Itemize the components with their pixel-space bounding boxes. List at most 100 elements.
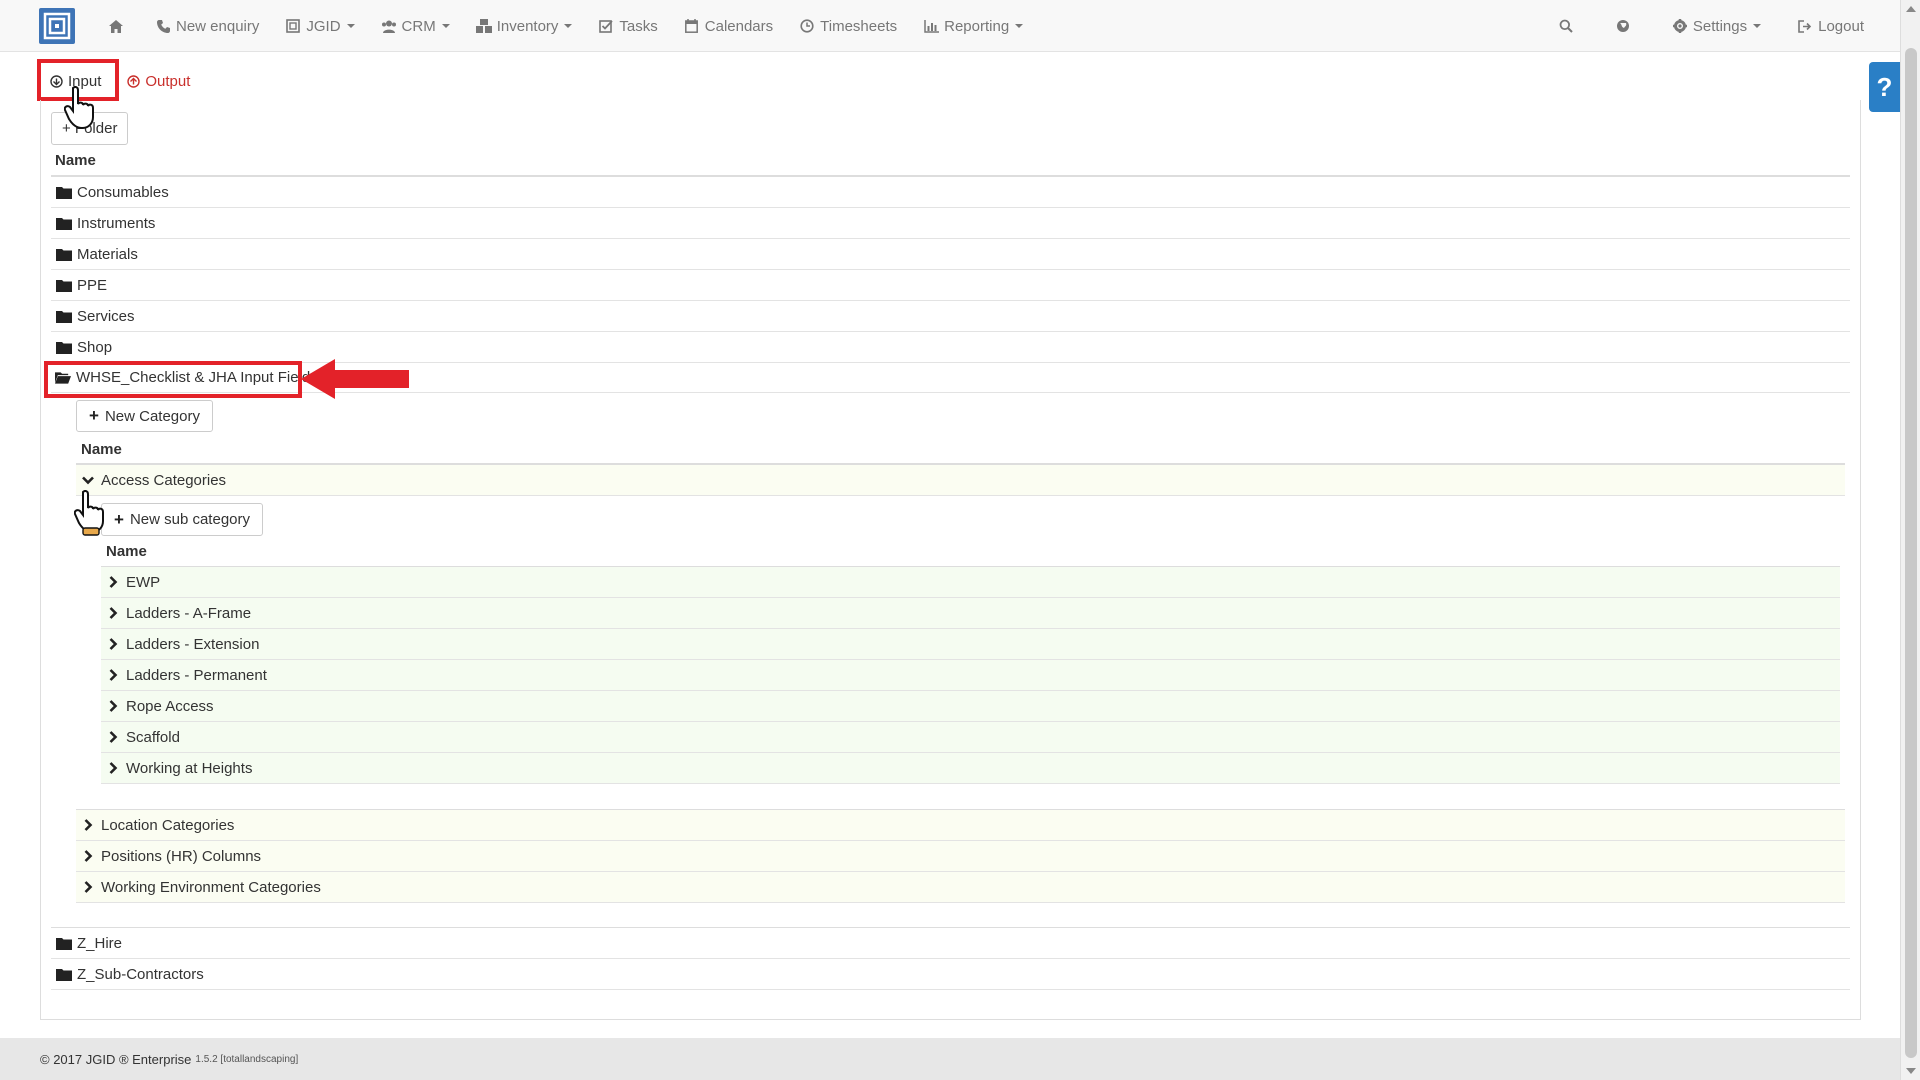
subcategory-row[interactable]: Ladders - A-Frame: [101, 598, 1840, 629]
footer: © 2017 JGID ® Enterprise 1.5.2 [totallan…: [0, 1038, 1900, 1080]
nav-logout[interactable]: Logout: [1779, 0, 1882, 52]
chevron-right-icon: [106, 730, 120, 744]
chevron-right-icon: [81, 880, 95, 894]
help-button[interactable]: ?: [1869, 62, 1900, 112]
subcategory-label: EWP: [126, 573, 161, 591]
folder-row[interactable]: PPE: [51, 270, 1850, 301]
tab-output[interactable]: Output: [117, 62, 200, 100]
subcategory-label: Ladders - Permanent: [126, 666, 267, 684]
folder-row[interactable]: Z_Sub-Contractors: [51, 959, 1850, 990]
category-row[interactable]: Positions (HR) Columns: [76, 841, 1845, 872]
folder-icon: [56, 309, 72, 323]
folder-icon: [56, 247, 72, 261]
chevron-right-icon: [106, 699, 120, 713]
phone-icon: [155, 18, 171, 34]
nav-jgid[interactable]: JGID: [272, 0, 367, 52]
new-category-button[interactable]: + New Category: [76, 400, 213, 432]
chevron-right-icon: [106, 668, 120, 682]
categories-name-header: Name: [81, 441, 122, 458]
category-label: Location Categories: [101, 816, 235, 834]
category-row-access[interactable]: Access Categories: [76, 465, 1845, 496]
chevron-right-icon: [106, 575, 120, 589]
nav-inventory[interactable]: Inventory: [463, 0, 586, 52]
brand-logo[interactable]: [39, 8, 75, 44]
hand-cursor-icon: [64, 86, 94, 130]
new-category-label: New Category: [104, 407, 200, 425]
subcategory-row[interactable]: Scaffold: [101, 722, 1840, 753]
folder-label: Shop: [77, 338, 113, 356]
open-folder-label: WHSE_Checklist & JHA Input Fields: [76, 368, 318, 386]
subcategory-label: Scaffold: [126, 728, 180, 746]
folder-label: Instruments: [77, 214, 156, 232]
folder-open-icon: [55, 370, 71, 384]
nav-reporting-label: Reporting: [944, 17, 1010, 35]
folder-row[interactable]: Instruments: [51, 208, 1850, 239]
sign-out-icon: [1797, 18, 1813, 34]
folder-icon: [56, 185, 72, 199]
subcategory-row[interactable]: Ladders - Extension: [101, 629, 1840, 660]
bar-chart-icon: [923, 18, 939, 34]
caret-down-icon: [564, 24, 573, 28]
footer-version: 1.5.2 [totallandscaping]: [195, 1053, 299, 1065]
subcategory-row[interactable]: Working at Heights: [101, 753, 1840, 784]
subcategory-row[interactable]: EWP: [101, 567, 1840, 598]
subcategory-label: Ladders - A-Frame: [126, 604, 252, 622]
nav-home[interactable]: [95, 0, 142, 52]
gear-icon: [1672, 18, 1688, 34]
nav-timesheets-label: Timesheets: [820, 17, 898, 35]
subcategory-label: Working at Heights: [126, 759, 253, 777]
category-row[interactable]: Location Categories: [76, 810, 1845, 841]
chevron-right-icon: [106, 606, 120, 620]
nav-crm[interactable]: CRM: [368, 0, 463, 52]
subcategory-row[interactable]: Rope Access: [101, 691, 1840, 722]
home-icon: [108, 18, 124, 34]
nav-new-enquiry[interactable]: New enquiry: [142, 0, 272, 52]
folder-icon: [56, 216, 72, 230]
nav-timesheets[interactable]: Timesheets: [786, 0, 910, 52]
folder-row[interactable]: Consumables: [51, 177, 1850, 208]
nav-globe[interactable]: [1597, 0, 1654, 52]
nav-settings-label: Settings: [1692, 17, 1748, 35]
subcategories-name-header: Name: [106, 543, 147, 560]
category-row[interactable]: Working Environment Categories: [76, 872, 1845, 903]
folder-label: Z_Hire: [77, 934, 123, 952]
globe-icon: [1615, 18, 1631, 34]
top-navbar: New enquiry JGID CRM Inventory Tasks Cal…: [0, 0, 1900, 52]
plus-icon: +: [89, 406, 99, 425]
app-frame: New enquiry JGID CRM Inventory Tasks Cal…: [0, 0, 1900, 1080]
vertical-scrollbar[interactable]: [1900, 0, 1920, 1080]
cubes-icon: [475, 18, 492, 34]
folder-icon: [56, 967, 72, 981]
red-arrow-icon: [301, 359, 409, 399]
nav-tasks[interactable]: Tasks: [585, 0, 670, 52]
folder-label: Consumables: [77, 183, 169, 201]
folder-label: Z_Sub-Contractors: [77, 965, 204, 983]
scroll-down-arrow-icon[interactable]: [1906, 1068, 1916, 1074]
nav-crm-label: CRM: [401, 17, 436, 35]
caret-down-icon: [346, 24, 355, 28]
folder-row[interactable]: Materials: [51, 239, 1850, 270]
folder-row[interactable]: Z_Hire: [51, 928, 1850, 959]
nav-right: Settings Logout: [1540, 0, 1882, 52]
nav-settings[interactable]: Settings: [1654, 0, 1779, 52]
nav-search[interactable]: [1540, 0, 1597, 52]
users-icon: [381, 18, 397, 34]
caret-down-icon: [1753, 24, 1762, 28]
nav-calendars[interactable]: Calendars: [671, 0, 786, 52]
nav-new-enquiry-label: New enquiry: [176, 17, 260, 35]
scroll-up-arrow-icon[interactable]: [1906, 6, 1916, 12]
nav-reporting[interactable]: Reporting: [910, 0, 1036, 52]
search-icon: [1558, 18, 1574, 34]
subcategory-row[interactable]: Ladders - Permanent: [101, 660, 1840, 691]
folder-row[interactable]: Services: [51, 301, 1850, 332]
folder-icon: [56, 936, 72, 950]
caret-down-icon: [441, 24, 450, 28]
new-subcategory-button[interactable]: + New sub category: [101, 503, 263, 536]
nav-tasks-label: Tasks: [619, 17, 658, 35]
folder-label: PPE: [77, 276, 108, 294]
chevron-down-icon: [81, 473, 95, 487]
scroll-thumb[interactable]: [1905, 48, 1917, 1058]
nav-jgid-label: JGID: [306, 17, 341, 35]
new-subcategory-label: New sub category: [129, 511, 250, 528]
subcategory-label: Rope Access: [126, 697, 214, 715]
